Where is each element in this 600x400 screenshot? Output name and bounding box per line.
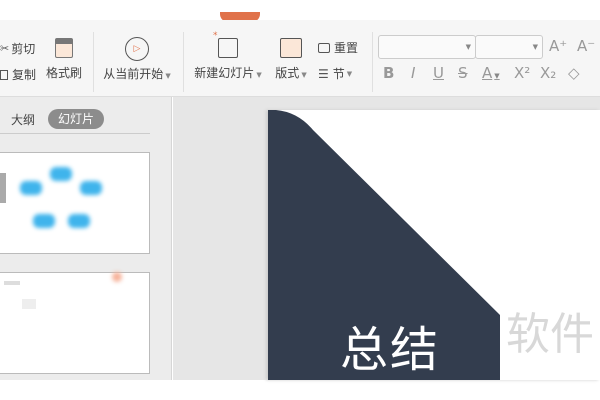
thumb-text <box>4 281 20 285</box>
new-slide-icon: * <box>213 31 238 58</box>
strikethrough-button[interactable]: S <box>458 64 468 82</box>
slide-thumbnail-1[interactable] <box>0 152 150 254</box>
thumb-node <box>80 181 102 195</box>
reset-button[interactable]: 重置 <box>318 39 358 56</box>
layout-button[interactable]: 版式 ▼ <box>273 38 309 81</box>
underline-button[interactable]: U <box>433 64 444 82</box>
section-icon: ☰ <box>318 66 329 81</box>
superscript-button[interactable]: X² <box>514 64 530 82</box>
copy-icon <box>0 69 8 80</box>
slide-title: 总结 <box>340 322 441 378</box>
title-bar <box>0 0 600 20</box>
divider <box>0 133 150 134</box>
subscript-button[interactable]: X₂ <box>540 64 556 82</box>
grow-font-button[interactable]: A⁺ <box>549 37 567 55</box>
section-button[interactable]: ☰ 节 ▼ <box>318 65 352 82</box>
copy-button[interactable]: 复制 <box>0 66 36 83</box>
thumb-node <box>68 214 90 228</box>
thumb-shape <box>0 173 6 203</box>
font-color-button[interactable]: A ▼ <box>482 64 500 82</box>
reset-icon <box>318 42 330 53</box>
play-icon: ▷ <box>125 37 149 61</box>
play-from-current-button[interactable]: ▷ 从当前开始 ▼ <box>100 37 174 82</box>
slide-thumbnail-2[interactable] <box>0 272 150 374</box>
tab-outline[interactable]: 大纲 <box>11 111 35 128</box>
thumb-node <box>50 167 72 181</box>
new-slide-button[interactable]: * 新建幻灯片 ▼ <box>190 31 266 81</box>
font-size-select[interactable]: ▼ <box>475 35 543 59</box>
scissors-icon: ✂ <box>0 42 10 55</box>
format-painter-button[interactable]: 格式刷 <box>44 38 84 81</box>
slide[interactable]: 总结 软件 <box>268 110 600 380</box>
thumb-marker <box>112 272 122 282</box>
thumb-node <box>33 214 55 228</box>
brush-icon <box>55 38 73 58</box>
thumb-text <box>22 299 36 309</box>
italic-button[interactable]: I <box>411 64 415 82</box>
eraser-icon[interactable]: ◇ <box>568 64 580 82</box>
watermark: 软件 <box>506 309 594 360</box>
font-name-select[interactable]: ▼ <box>378 35 476 59</box>
tab-slides[interactable]: 幻灯片 <box>48 109 104 129</box>
thumb-node <box>20 181 42 195</box>
shrink-font-button[interactable]: A⁻ <box>577 37 595 55</box>
cut-button[interactable]: ✂ 剪切 <box>0 40 35 57</box>
layout-icon <box>280 38 302 58</box>
bold-button[interactable]: B <box>383 64 394 82</box>
